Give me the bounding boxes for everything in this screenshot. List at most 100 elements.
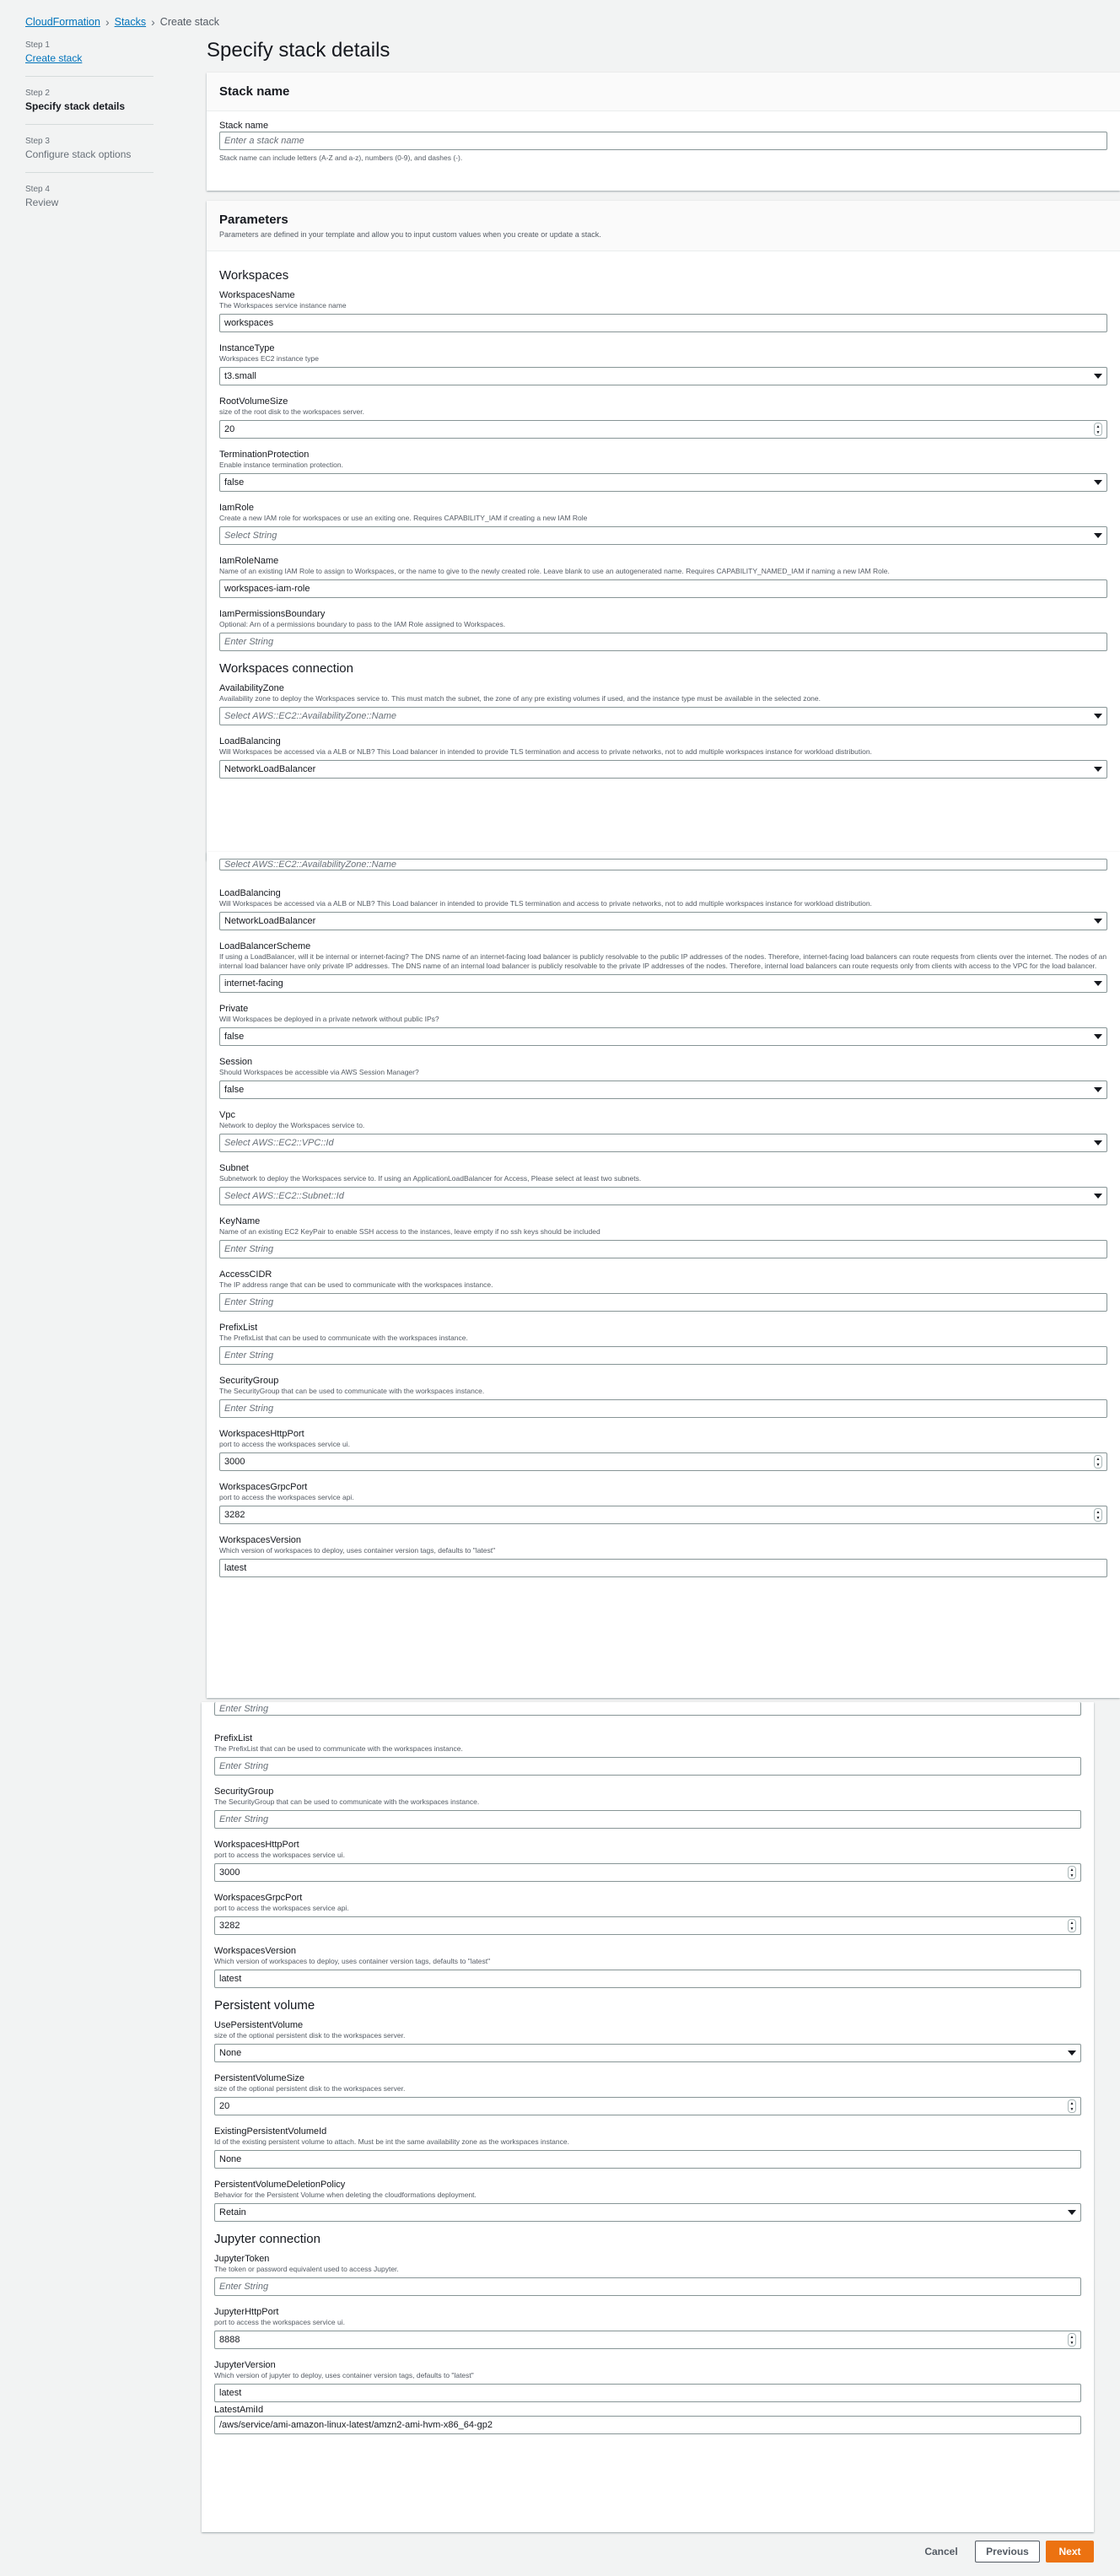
prefix-list-input[interactable]: Enter String xyxy=(219,1346,1107,1365)
cancel-button[interactable]: Cancel xyxy=(916,2541,967,2563)
field-label: InstanceType xyxy=(219,343,275,353)
workspaces-grpc-port-number-input[interactable]: 3282 ▲ ▼ xyxy=(214,1916,1081,1935)
field-description: Which version of workspaces to deploy, u… xyxy=(219,1546,496,1555)
field-description: Which version of workspaces to deploy, u… xyxy=(214,1957,491,1965)
load-balancing-select[interactable]: NetworkLoadBalancer xyxy=(219,760,1107,779)
field-description: Behavior for the Persistent Volume when … xyxy=(214,2191,477,2199)
section-heading: Workspaces connection xyxy=(219,661,353,676)
breadcrumb-cloudformation-link[interactable]: CloudFormation xyxy=(25,16,100,28)
field-workspaces-http-port: WorkspacesHttpPort port to access the wor… xyxy=(219,1428,1107,1471)
field-description: The SecurityGroup that can be used to co… xyxy=(219,1387,485,1395)
field-description: If using a LoadBalancer, will it be inte… xyxy=(219,952,1107,970)
iam-permissions-boundary-input[interactable]: Enter String xyxy=(219,633,1107,651)
field-security-group: SecurityGroup The SecurityGroup that can … xyxy=(214,1786,1081,1829)
number-stepper-icon[interactable]: ▲ ▼ xyxy=(1068,1866,1076,1879)
key-name-input[interactable]: Enter String xyxy=(219,1240,1107,1258)
breadcrumb-stacks-link[interactable]: Stacks xyxy=(115,16,147,28)
field-label: ExistingPersistentVolumeId xyxy=(214,2126,327,2137)
number-stepper-icon[interactable]: ▲ ▼ xyxy=(1068,2099,1076,2113)
field-label: TerminationProtection xyxy=(219,450,310,460)
field-existing-persistent-volume-id: ExistingPersistentVolumeId Id of the exis… xyxy=(214,2126,1081,2169)
field-label: AvailabilityZone xyxy=(219,683,284,693)
field-description: The IP address range that can be used to… xyxy=(219,1280,493,1289)
step-label-current: Specify stack details xyxy=(25,100,126,112)
caret-down-icon xyxy=(1094,480,1102,485)
panel-title: Parameters xyxy=(219,213,288,227)
number-stepper-icon[interactable]: ▲ ▼ xyxy=(1094,1455,1102,1469)
field-load-balancing: LoadBalancing Will Workspaces be accessed… xyxy=(219,887,1107,930)
field-private: Private Will Workspaces be deployed in a … xyxy=(219,1003,1107,1046)
field-workspaces-version: WorkspacesVersion Which version of worksp… xyxy=(219,1534,1107,1577)
field-persistent-volume-size: PersistentVolumeSize size of the optional… xyxy=(214,2072,1081,2115)
latest-ami-id-input[interactable]: /aws/service/ami-amazon-linux-latest/amz… xyxy=(214,2416,1081,2434)
availability-zone-select[interactable]: Select AWS::EC2::AvailabilityZone::Name xyxy=(219,707,1107,725)
workspaces-http-port-number-input[interactable]: 3000 ▲ ▼ xyxy=(219,1452,1107,1471)
field-workspaces-http-port: WorkspacesHttpPort port to access the wor… xyxy=(214,1839,1081,1882)
caret-down-icon xyxy=(1094,1034,1102,1039)
persistent-volume-size-number-input[interactable]: 20 ▲ ▼ xyxy=(214,2097,1081,2115)
root-volume-size-number-input[interactable]: 20 ▲ ▼ xyxy=(219,420,1107,439)
load-balancer-scheme-select[interactable]: internet-facing xyxy=(219,974,1107,993)
next-button[interactable]: Next xyxy=(1046,2541,1094,2563)
field-description: size of the root disk to the workspaces … xyxy=(219,407,364,416)
field-availability-zone: AvailabilityZone Availability zone to dep… xyxy=(219,682,1107,725)
jupyter-http-port-number-input[interactable]: 8888 ▲ ▼ xyxy=(214,2331,1081,2349)
iam-role-name-input[interactable]: workspaces-iam-role xyxy=(219,579,1107,598)
workspaces-version-input[interactable]: latest xyxy=(219,1559,1107,1577)
workspaces-version-input[interactable]: latest xyxy=(214,1970,1081,1988)
iam-role-select[interactable]: Select String xyxy=(219,526,1107,545)
breadcrumb-current: Create stack xyxy=(159,16,219,28)
field-label: UsePersistentVolume xyxy=(214,2020,304,2030)
caret-down-icon xyxy=(1094,714,1102,719)
private-select[interactable]: false xyxy=(219,1027,1107,1046)
field-description: Should Workspaces be accessible via AWS … xyxy=(219,1068,419,1076)
caret-down-icon xyxy=(1094,981,1102,986)
availability-zone-select[interactable]: Select AWS::EC2::AvailabilityZone::Name xyxy=(219,859,1107,870)
workspaces-name-input[interactable]: workspaces xyxy=(219,314,1107,332)
stack-name-input[interactable]: Enter a stack name xyxy=(219,132,1107,150)
persistent-volume-deletion-policy-select[interactable]: Retain xyxy=(214,2203,1081,2222)
number-stepper-icon[interactable]: ▲ ▼ xyxy=(1094,423,1102,436)
field-label: Stack name xyxy=(219,121,269,131)
vpc-select[interactable]: Select AWS::EC2::VPC::Id xyxy=(219,1134,1107,1152)
field-label: WorkspacesGrpcPort xyxy=(214,1893,303,1903)
field-jupyter-token: JupyterToken The token or password equiva… xyxy=(214,2253,1081,2296)
termination-protection-select[interactable]: false xyxy=(219,473,1107,492)
subnet-select[interactable]: Select AWS::EC2::Subnet::Id xyxy=(219,1187,1107,1205)
field-key-name: KeyName Name of an existing EC2 KeyPair t… xyxy=(219,1215,1107,1258)
field-subnet: Subnet Subnetwork to deploy the Workspace… xyxy=(219,1162,1107,1205)
workspaces-http-port-number-input[interactable]: 3000 ▲ ▼ xyxy=(214,1863,1081,1882)
stack-name-panel: Stack name Stack name Enter a stack name… xyxy=(207,73,1120,191)
field-workspaces-name: WorkspacesName The Workspaces service ins… xyxy=(219,289,1107,332)
access-cidr-input[interactable]: Enter String xyxy=(214,1702,1081,1716)
workspaces-grpc-port-number-input[interactable]: 3282 ▲ ▼ xyxy=(219,1506,1107,1524)
field-iam-permissions-boundary: IamPermissionsBoundary Optional: Arn of a… xyxy=(219,608,1107,651)
section-heading: Workspaces xyxy=(219,268,289,283)
step-label: Configure stack options xyxy=(25,148,132,160)
security-group-input[interactable]: Enter String xyxy=(219,1399,1107,1418)
field-jupyter-version: JupyterVersion Which version of jupyter t… xyxy=(214,2359,1081,2402)
field-description: Network to deploy the Workspaces service… xyxy=(219,1121,365,1129)
jupyter-version-input[interactable]: latest xyxy=(214,2384,1081,2402)
access-cidr-input[interactable]: Enter String xyxy=(219,1293,1107,1312)
jupyter-token-input[interactable]: Enter String xyxy=(214,2277,1081,2296)
number-stepper-icon[interactable]: ▲ ▼ xyxy=(1068,1919,1076,1932)
number-stepper-icon[interactable]: ▲ ▼ xyxy=(1068,2333,1076,2347)
field-label: KeyName xyxy=(219,1216,261,1226)
existing-persistent-volume-id-input[interactable]: None xyxy=(214,2150,1081,2169)
field-description: Optional: Arn of a permissions boundary … xyxy=(219,620,506,628)
session-select[interactable]: false xyxy=(219,1081,1107,1099)
field-stack-name: Stack name Enter a stack name Stack name… xyxy=(219,120,1107,163)
load-balancing-select[interactable]: NetworkLoadBalancer xyxy=(219,912,1107,930)
caret-down-icon xyxy=(1068,2051,1076,2056)
use-persistent-volume-select[interactable]: None xyxy=(214,2044,1081,2062)
instance-type-select[interactable]: t3.small xyxy=(219,367,1107,385)
field-label: JupyterToken xyxy=(214,2254,270,2264)
prefix-list-input[interactable]: Enter String xyxy=(214,1757,1081,1776)
field-description: Will Workspaces be accessed via a ALB or… xyxy=(219,899,872,908)
field-persistent-volume-deletion-policy: PersistentVolumeDeletionPolicy Behavior f… xyxy=(214,2179,1081,2222)
step-link-create-stack[interactable]: Create stack xyxy=(25,52,82,64)
number-stepper-icon[interactable]: ▲ ▼ xyxy=(1094,1508,1102,1522)
previous-button[interactable]: Previous xyxy=(975,2541,1040,2563)
security-group-input[interactable]: Enter String xyxy=(214,1810,1081,1829)
